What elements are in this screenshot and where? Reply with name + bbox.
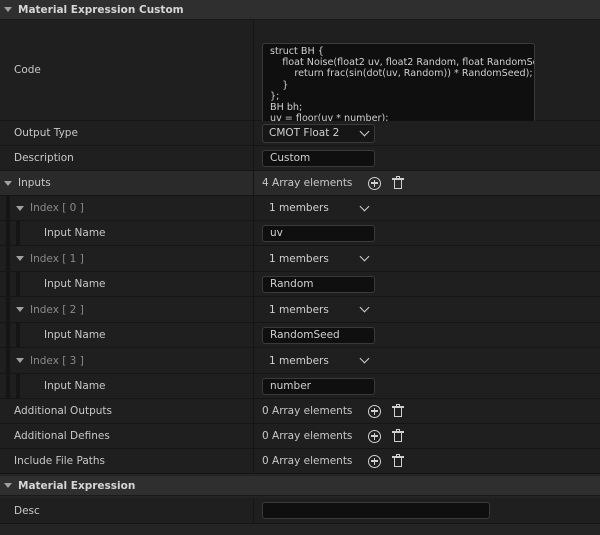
caret-down-icon[interactable] xyxy=(4,180,12,186)
index-label: Index [ 2 ] xyxy=(30,303,84,316)
index-label: Index [ 3 ] xyxy=(30,354,84,367)
input-name-label: Input Name xyxy=(44,329,106,341)
members-dropdown[interactable]: 1 members xyxy=(262,249,375,268)
output-type-dropdown[interactable]: CMOT Float 2 xyxy=(262,123,375,143)
input-index-row: Index [ 1 ] 1 members xyxy=(0,246,600,272)
additional-defines-count: 0 Array elements xyxy=(262,430,353,442)
index-label: Index [ 1 ] xyxy=(30,252,84,265)
input-name-field[interactable]: Random xyxy=(262,275,375,293)
add-element-icon[interactable] xyxy=(368,429,382,443)
input-name-row: Input Name RandomSeed xyxy=(0,323,600,348)
caret-down-icon[interactable] xyxy=(4,483,12,488)
additional-defines-row: Additional Defines 0 Array elements xyxy=(0,424,600,449)
code-label: Code xyxy=(14,64,41,76)
members-value: 1 members xyxy=(269,202,329,214)
additional-outputs-count: 0 Array elements xyxy=(262,405,353,417)
input-name-row: Input Name Random xyxy=(0,272,600,297)
inputs-count: 4 Array elements xyxy=(262,177,353,189)
code-row: Code struct BH { float Noise(float2 uv, … xyxy=(0,20,600,138)
include-file-paths-row: Include File Paths 0 Array elements xyxy=(0,449,600,474)
chevron-down-icon xyxy=(359,302,370,313)
trash-icon[interactable] xyxy=(392,454,405,467)
index-label: Index [ 0 ] xyxy=(30,202,84,214)
caret-down-icon[interactable] xyxy=(16,307,24,312)
output-type-row: Output Type CMOT Float 2 xyxy=(0,121,600,146)
add-element-icon[interactable] xyxy=(368,176,382,190)
output-type-label: Output Type xyxy=(14,127,78,139)
input-name-label: Input Name xyxy=(44,227,106,239)
desc-label: Desc xyxy=(14,504,40,517)
trash-icon[interactable] xyxy=(392,429,405,442)
add-element-icon[interactable] xyxy=(368,454,382,468)
input-name-label: Input Name xyxy=(44,278,106,290)
chevron-down-icon xyxy=(359,126,370,136)
members-value: 1 members xyxy=(269,252,329,265)
inputs-label: Inputs xyxy=(18,177,51,189)
add-element-icon[interactable] xyxy=(368,404,382,418)
chevron-down-icon xyxy=(359,251,370,262)
trash-icon[interactable] xyxy=(392,404,405,417)
chevron-down-icon xyxy=(359,201,370,211)
trash-icon[interactable] xyxy=(392,176,405,189)
section-title: Material Expression Custom xyxy=(18,3,184,16)
include-file-paths-count: 0 Array elements xyxy=(262,455,353,467)
include-file-paths-label: Include File Paths xyxy=(14,455,106,467)
section-title: Material Expression xyxy=(18,479,136,492)
desc-input[interactable] xyxy=(262,502,490,519)
input-name-field[interactable]: uv xyxy=(262,224,375,242)
caret-down-icon[interactable] xyxy=(16,256,24,261)
additional-outputs-label: Additional Outputs xyxy=(14,405,112,417)
input-index-row: Index [ 2 ] 1 members xyxy=(0,297,600,323)
members-dropdown[interactable]: 1 members xyxy=(262,199,375,218)
description-label: Description xyxy=(14,152,74,164)
members-value: 1 members xyxy=(269,354,329,367)
input-index-row: Index [ 3 ] 1 members xyxy=(0,348,600,374)
description-row: Description Custom xyxy=(0,146,600,171)
additional-defines-label: Additional Defines xyxy=(14,430,110,442)
section-header-custom[interactable]: Material Expression Custom xyxy=(0,0,600,20)
output-type-value: CMOT Float 2 xyxy=(269,127,340,139)
caret-down-icon[interactable] xyxy=(16,358,24,363)
input-name-field[interactable]: number xyxy=(262,377,375,395)
input-name-label: Input Name xyxy=(44,380,106,392)
caret-down-icon[interactable] xyxy=(16,205,24,211)
description-input[interactable]: Custom xyxy=(262,149,375,167)
input-name-row: Input Name number xyxy=(0,374,600,399)
additional-outputs-row: Additional Outputs 0 Array elements xyxy=(0,399,600,424)
section-header-expression[interactable]: Material Expression xyxy=(0,476,600,496)
desc-row: Desc xyxy=(0,498,600,524)
caret-down-icon[interactable] xyxy=(4,7,12,12)
input-name-field[interactable]: RandomSeed xyxy=(262,326,375,344)
members-value: 1 members xyxy=(269,303,329,316)
members-dropdown[interactable]: 1 members xyxy=(262,300,375,319)
members-dropdown[interactable]: 1 members xyxy=(262,351,375,370)
input-name-row: Input Name uv xyxy=(0,221,600,246)
input-index-row: Index [ 0 ] 1 members xyxy=(0,196,600,221)
chevron-down-icon xyxy=(359,353,370,364)
inputs-row: Inputs 4 Array elements xyxy=(0,171,600,196)
